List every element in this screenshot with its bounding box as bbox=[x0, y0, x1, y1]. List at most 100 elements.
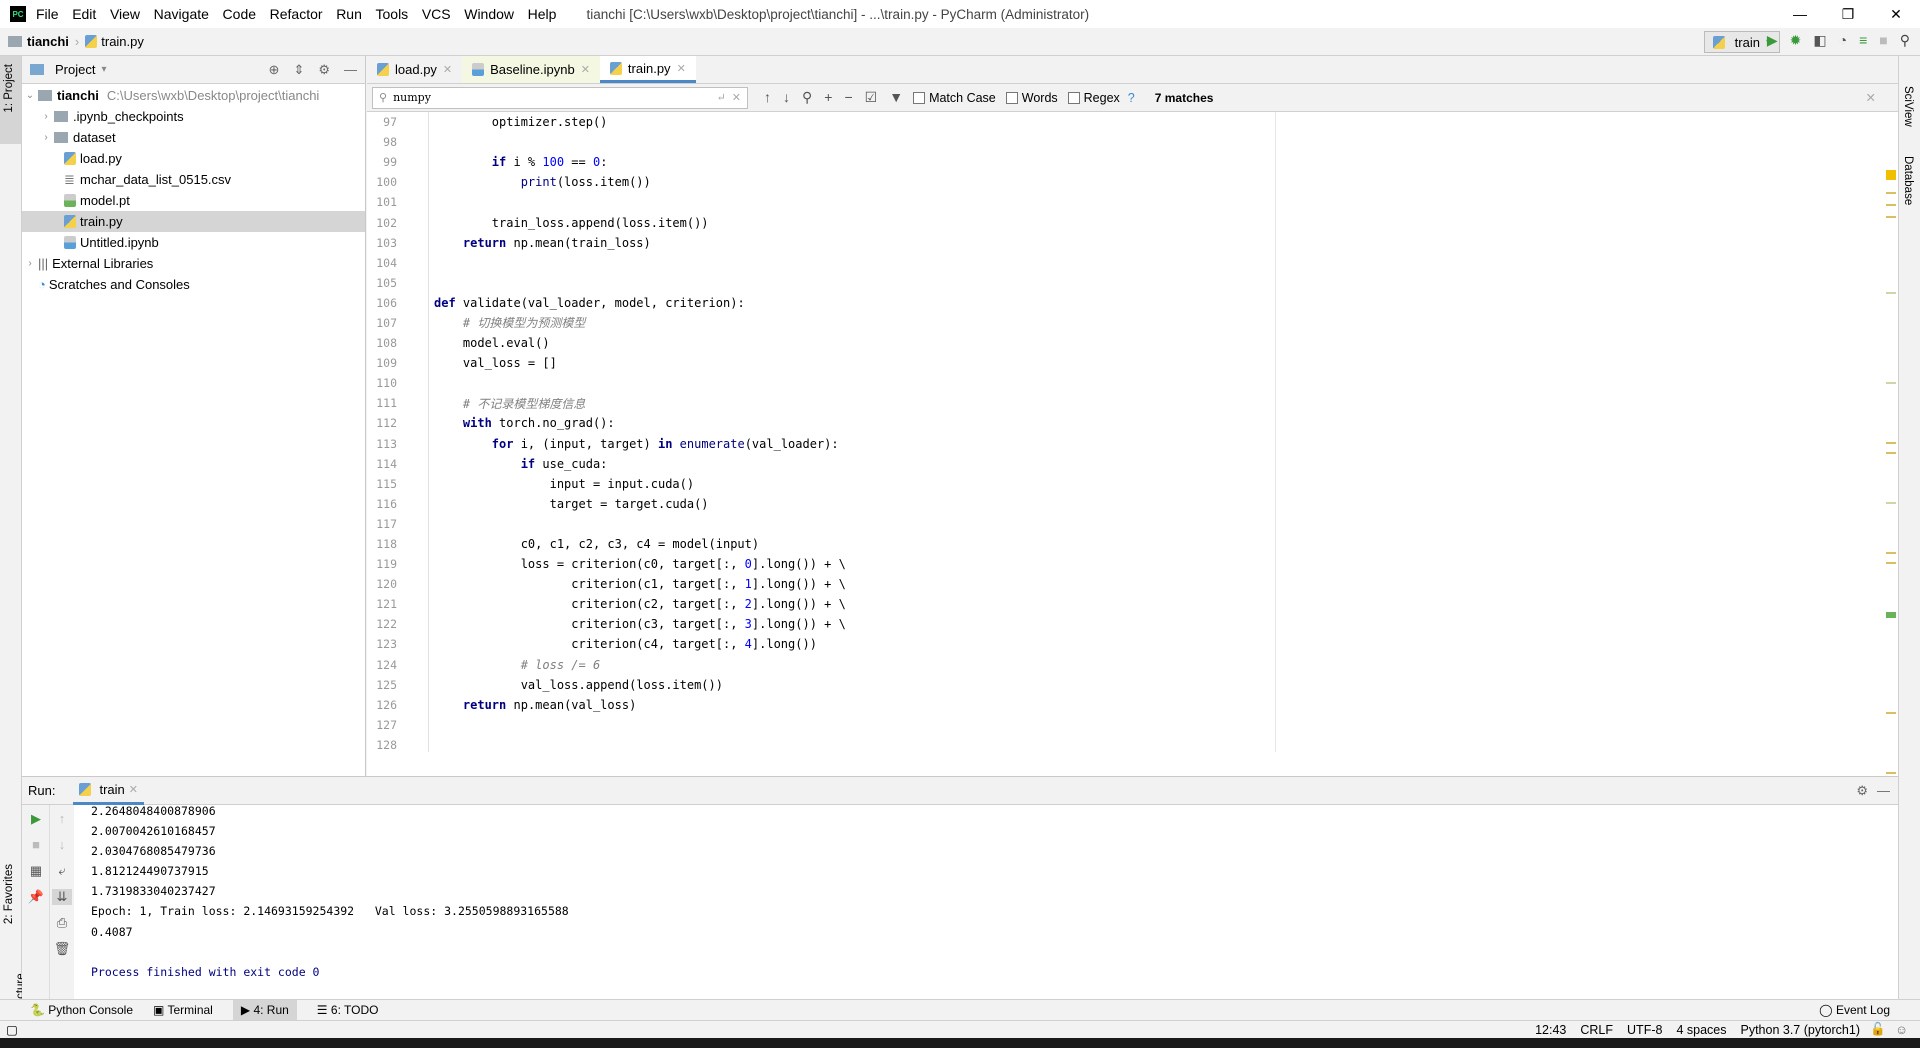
chevron-down-icon[interactable]: ⌄ bbox=[22, 90, 38, 101]
tree-item-scratches[interactable]: ◔ Scratches and Consoles bbox=[22, 274, 365, 295]
line-number[interactable]: 97 bbox=[369, 115, 397, 129]
tree-item-external-libraries[interactable]: › ||| External Libraries bbox=[22, 253, 365, 274]
down-arrow-icon[interactable]: ↓ bbox=[52, 837, 72, 852]
close-icon[interactable]: ✕ bbox=[129, 783, 138, 796]
match-case-checkbox[interactable]: Match Case bbox=[913, 91, 996, 105]
line-number[interactable]: 109 bbox=[369, 356, 397, 370]
line-number[interactable]: 100 bbox=[369, 175, 397, 189]
sciview-tool-tab[interactable]: SciView bbox=[1902, 86, 1914, 127]
code-line[interactable]: 127 bbox=[367, 715, 1867, 735]
code-line[interactable]: 119 loss = criterion(c0, target[:, 0].lo… bbox=[367, 554, 1867, 574]
tree-item-model-pt[interactable]: model.pt bbox=[22, 190, 365, 211]
clear-icon[interactable]: ✕ bbox=[732, 91, 741, 104]
code-line[interactable]: 114 if use_cuda: bbox=[367, 454, 1867, 474]
code-line[interactable]: 103 return np.mean(train_loss) bbox=[367, 233, 1867, 253]
breadcrumb-file[interactable]: train.py bbox=[101, 34, 144, 49]
gear-icon[interactable]: ⚙ bbox=[1856, 783, 1868, 799]
menu-navigate[interactable]: Navigate bbox=[154, 6, 209, 22]
close-window-button[interactable]: ✕ bbox=[1872, 0, 1920, 28]
line-number[interactable]: 123 bbox=[369, 637, 397, 651]
error-stripe[interactable] bbox=[1884, 112, 1898, 776]
previous-occurrence-icon[interactable]: ↑ bbox=[764, 89, 771, 106]
trash-icon[interactable]: 🗑 bbox=[52, 941, 72, 957]
line-number[interactable]: 118 bbox=[369, 537, 397, 551]
code-line[interactable]: 97 optimizer.step() bbox=[367, 112, 1867, 132]
database-tool-tab[interactable]: Database bbox=[1902, 156, 1914, 205]
soft-wrap-icon[interactable]: ⤶ bbox=[52, 863, 72, 879]
tree-item-load-py[interactable]: load.py bbox=[22, 148, 365, 169]
menu-file[interactable]: File bbox=[36, 6, 59, 22]
menu-edit[interactable]: Edit bbox=[72, 6, 96, 22]
tool-windows-icon[interactable]: ▢ bbox=[6, 1022, 18, 1037]
close-icon[interactable]: ✕ bbox=[581, 63, 590, 76]
line-number[interactable]: 127 bbox=[369, 718, 397, 732]
add-selection-icon[interactable]: + bbox=[824, 89, 832, 106]
hide-icon[interactable]: — bbox=[344, 62, 357, 78]
indent-setting[interactable]: 4 spaces bbox=[1676, 1023, 1726, 1037]
line-number[interactable]: 99 bbox=[369, 155, 397, 169]
menu-view[interactable]: View bbox=[110, 6, 140, 22]
line-number[interactable]: 115 bbox=[369, 477, 397, 491]
code-line[interactable]: 104 bbox=[367, 253, 1867, 273]
code-line[interactable]: 120 criterion(c1, target[:, 1].long()) +… bbox=[367, 574, 1867, 594]
line-number[interactable]: 112 bbox=[369, 416, 397, 430]
rerun-icon[interactable]: ▶ bbox=[26, 811, 46, 827]
line-number[interactable]: 120 bbox=[369, 577, 397, 591]
code-line[interactable]: 105 bbox=[367, 273, 1867, 293]
code-line[interactable]: 115 input = input.cuda() bbox=[367, 474, 1867, 494]
pin-icon[interactable]: 📌 bbox=[26, 889, 46, 905]
project-view-selector[interactable]: Project bbox=[55, 62, 95, 77]
tab-load-py[interactable]: load.py ✕ bbox=[367, 56, 462, 83]
menu-help[interactable]: Help bbox=[528, 6, 557, 22]
search-icon[interactable]: ⚲ bbox=[1900, 32, 1910, 49]
code-line[interactable]: 110 bbox=[367, 373, 1867, 393]
code-line[interactable]: 108 model.eval() bbox=[367, 333, 1867, 353]
code-line[interactable]: 123 criterion(c4, target[:, 4].long()) bbox=[367, 634, 1867, 654]
code-line[interactable]: 109 val_loss = [] bbox=[367, 353, 1867, 373]
code-line[interactable]: 106 def validate(val_loader, model, crite… bbox=[367, 293, 1867, 313]
console-output[interactable]: 2.2648048400878906 2.0070042610168457 2.03… bbox=[91, 801, 569, 982]
run-icon[interactable]: ▶ bbox=[1767, 32, 1778, 49]
menu-tools[interactable]: Tools bbox=[376, 6, 409, 22]
menu-refactor[interactable]: Refactor bbox=[270, 6, 323, 22]
code-line[interactable]: 116 target = target.cuda() bbox=[367, 494, 1867, 514]
terminal-tab[interactable]: ▣ Terminal bbox=[153, 1003, 213, 1017]
menu-vcs[interactable]: VCS bbox=[422, 6, 451, 22]
line-number[interactable]: 103 bbox=[369, 236, 397, 250]
new-line-icon[interactable]: ↵ bbox=[717, 91, 726, 104]
line-number[interactable]: 122 bbox=[369, 617, 397, 631]
code-line[interactable]: 111 # 不记录模型梯度信息 bbox=[367, 393, 1867, 413]
code-line[interactable]: 99 if i % 100 == 0: bbox=[367, 152, 1867, 172]
lock-icon[interactable]: 🔓 bbox=[1870, 1022, 1886, 1037]
tree-item-csv[interactable]: ≣ mchar_data_list_0515.csv bbox=[22, 169, 365, 190]
words-checkbox[interactable]: Words bbox=[1005, 91, 1058, 105]
project-tool-tab[interactable]: 1: Project bbox=[3, 64, 15, 113]
line-number[interactable]: 113 bbox=[369, 437, 397, 451]
code-line[interactable]: 122 criterion(c3, target[:, 3].long()) +… bbox=[367, 614, 1867, 634]
chevron-right-icon[interactable]: › bbox=[38, 111, 54, 122]
close-icon[interactable]: ✕ bbox=[443, 63, 452, 76]
line-number[interactable]: 105 bbox=[369, 276, 397, 290]
line-number[interactable]: 108 bbox=[369, 336, 397, 350]
profile-icon[interactable]: ◔ bbox=[1839, 32, 1847, 49]
code-line[interactable]: 98 bbox=[367, 132, 1867, 152]
line-number[interactable]: 126 bbox=[369, 698, 397, 712]
line-separator[interactable]: CRLF bbox=[1580, 1023, 1613, 1037]
code-line[interactable]: 128 bbox=[367, 735, 1867, 755]
line-number[interactable]: 104 bbox=[369, 256, 397, 270]
code-line[interactable]: 125 val_loss.append(loss.item()) bbox=[367, 675, 1867, 695]
up-arrow-icon[interactable]: ↑ bbox=[52, 811, 72, 826]
breadcrumb-project[interactable]: tianchi bbox=[27, 34, 69, 49]
line-number[interactable]: 116 bbox=[369, 497, 397, 511]
code-line[interactable]: 117 bbox=[367, 514, 1867, 534]
line-number[interactable]: 128 bbox=[369, 738, 397, 752]
restore-button[interactable]: ❐ bbox=[1824, 0, 1872, 28]
line-number[interactable]: 111 bbox=[369, 396, 397, 410]
line-number[interactable]: 117 bbox=[369, 517, 397, 531]
favorites-tool-tab[interactable]: 2: Favorites bbox=[3, 864, 15, 924]
chevron-down-icon[interactable]: ▾ bbox=[101, 64, 106, 75]
line-number[interactable]: 119 bbox=[369, 557, 397, 571]
code-line[interactable]: 121 criterion(c2, target[:, 2].long()) +… bbox=[367, 594, 1867, 614]
interpreter[interactable]: Python 3.7 (pytorch1) bbox=[1740, 1023, 1860, 1037]
search-input[interactable]: ⚲ numpy ↵ ✕ bbox=[372, 86, 748, 109]
